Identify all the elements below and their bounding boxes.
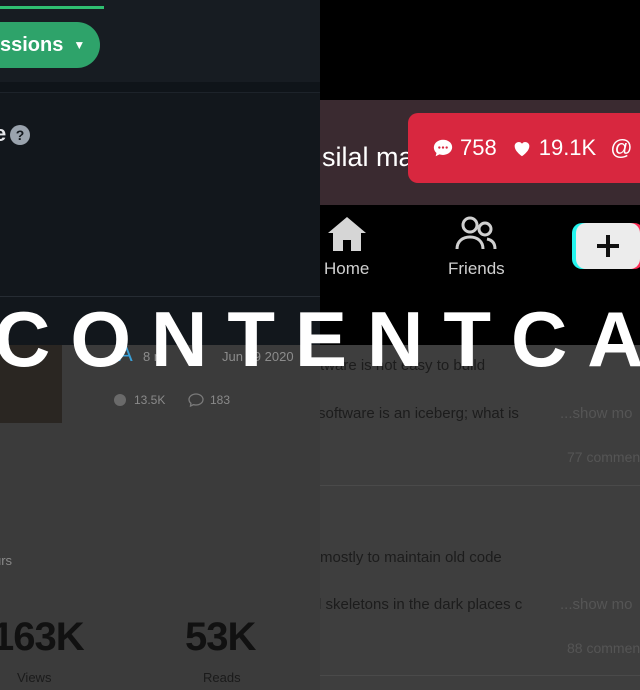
nav-friends-label: Friends <box>448 259 505 278</box>
likes-stat[interactable]: 13.5K <box>112 392 165 408</box>
post-excerpt: l skeletons in the dark places c <box>320 596 523 613</box>
create-plus-icon[interactable] <box>572 223 640 269</box>
clap-icon <box>114 394 126 406</box>
top-left-panel: ssions ▼ e ? <box>0 0 320 345</box>
comments-stat[interactable]: 183 <box>188 392 230 408</box>
heart-icon <box>514 142 530 157</box>
banner-text: silal ma <box>322 142 414 172</box>
divider <box>320 485 640 486</box>
help-icon[interactable]: ? <box>10 125 30 145</box>
bottom-right-panel: tware is not easy to build software is a… <box>320 345 640 690</box>
home-icon <box>327 217 366 251</box>
likes-count: 13.5K <box>134 393 166 407</box>
nav-friends[interactable]: Friends <box>448 215 505 279</box>
post-title[interactable]: mostly to maintain old code <box>320 549 502 566</box>
post-excerpt: software is an iceberg; what is <box>320 405 519 422</box>
friends-icon <box>455 216 497 250</box>
bottom-nav: Home Friends <box>320 205 640 305</box>
divider <box>320 675 640 676</box>
comment-stat[interactable]: 758 <box>432 135 497 161</box>
like-count: 19.1K <box>538 135 597 160</box>
reads-label: Reads <box>203 670 241 685</box>
show-more-link[interactable]: ...show mo <box>560 405 633 422</box>
comment-count: 758 <box>460 135 497 160</box>
discussions-dropdown-button[interactable]: ssions ▼ <box>0 22 100 68</box>
show-more-link[interactable]: ...show mo <box>560 596 633 613</box>
bottom-left-panel: A 8 m Jun 19 2020 13.5K 183 urs 163K Vie… <box>0 345 320 690</box>
dropdown-label: ssions <box>0 33 64 56</box>
comment-bubble-icon <box>433 139 453 157</box>
hours-label: urs <box>0 553 13 568</box>
top-right-panel: silal ma 758 19.1K @ Home Friends <box>320 0 640 345</box>
overlay-title: CONTENTCA <box>0 295 640 383</box>
mention-stat[interactable]: @ <box>610 135 632 161</box>
comments-link[interactable]: 77 commen <box>567 449 640 465</box>
comment-icon <box>188 393 204 408</box>
at-icon: @ <box>610 135 633 160</box>
nav-home-label: Home <box>324 259 370 278</box>
caret-down-icon: ▼ <box>73 38 86 52</box>
reads-value: 53K <box>185 615 256 659</box>
active-tab-underline <box>0 6 104 9</box>
panel-title: e <box>0 121 7 146</box>
comments-link[interactable]: 88 commen <box>567 640 640 656</box>
top-bar: ssions ▼ <box>0 0 320 82</box>
nav-home[interactable]: Home <box>324 215 369 279</box>
views-value: 163K <box>0 615 85 659</box>
like-stat[interactable]: 19.1K <box>511 135 597 161</box>
views-label: Views <box>17 670 52 685</box>
comments-count: 183 <box>210 393 231 407</box>
engagement-stats: 758 19.1K @ <box>408 113 640 183</box>
